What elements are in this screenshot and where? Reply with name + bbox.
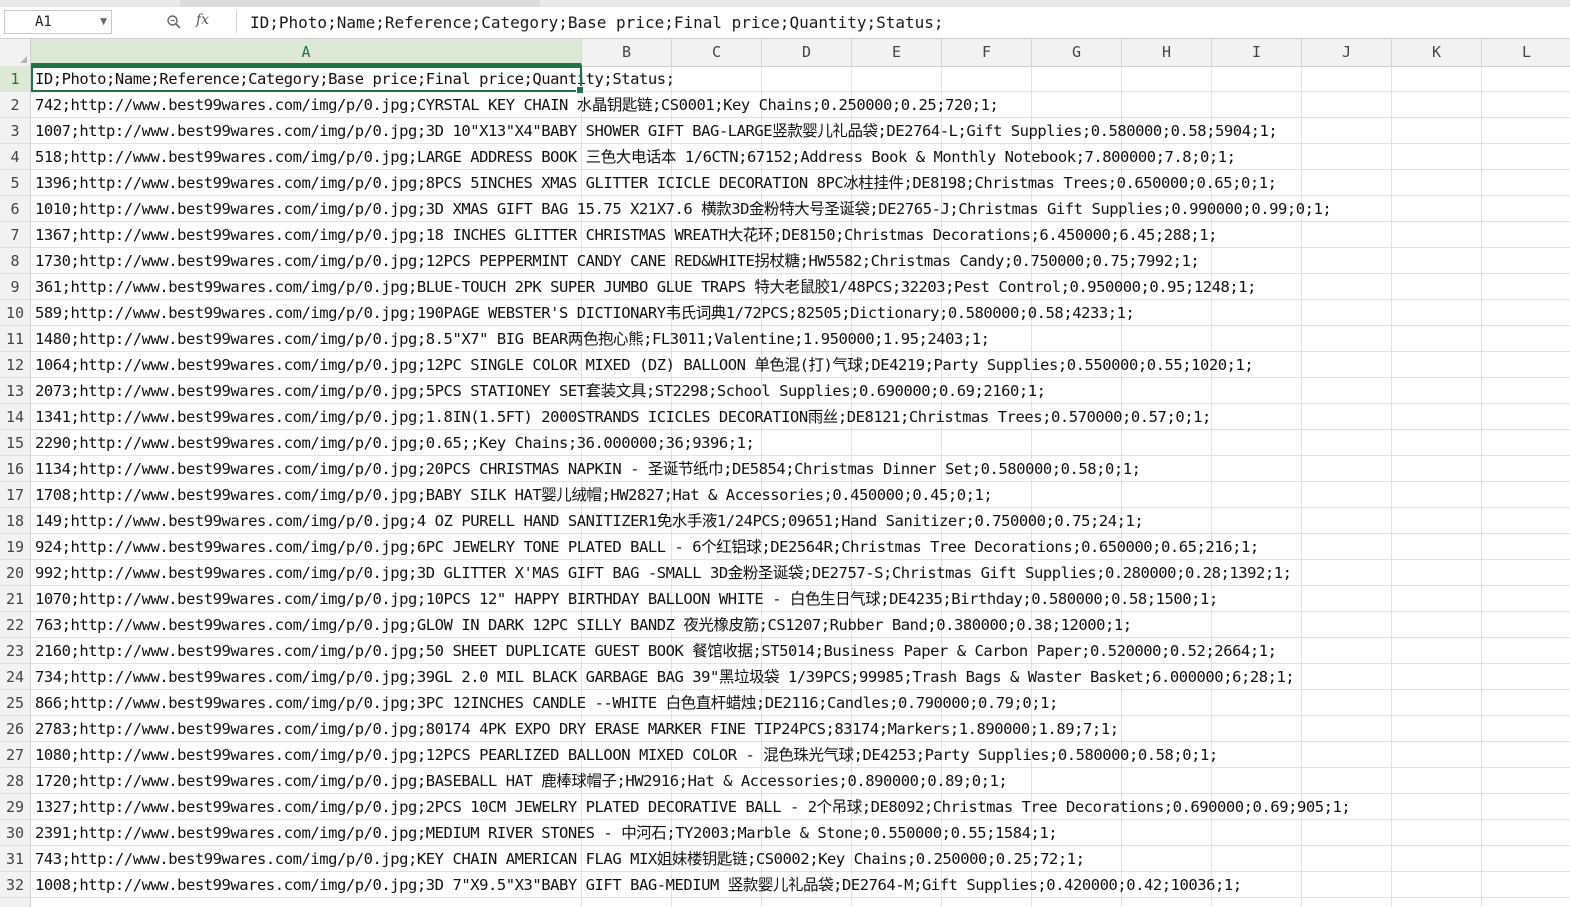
cell-a18[interactable]: 149;http://www.best99wares.com/img/p/0.j… — [35, 508, 1144, 534]
gridline-vertical — [1391, 66, 1392, 907]
gridline-vertical — [1481, 66, 1482, 907]
column-header-b[interactable]: B — [582, 39, 672, 66]
zoom-icon[interactable] — [166, 14, 182, 34]
cell-a13[interactable]: 2073;http://www.best99wares.com/img/p/0.… — [35, 378, 1046, 404]
row-header-31[interactable]: 31 — [0, 846, 30, 872]
cell-a17[interactable]: 1708;http://www.best99wares.com/img/p/0.… — [35, 482, 993, 508]
cell-a23[interactable]: 2160;http://www.best99wares.com/img/p/0.… — [35, 638, 1277, 664]
row-header-13[interactable]: 13 — [0, 378, 30, 404]
formula-divider — [236, 11, 237, 33]
row-header-8[interactable]: 8 — [0, 248, 30, 274]
row-header-14[interactable]: 14 — [0, 404, 30, 430]
row-header-24[interactable]: 24 — [0, 664, 30, 690]
row-header-22[interactable]: 22 — [0, 612, 30, 638]
chevron-down-icon[interactable]: ▼ — [100, 17, 107, 27]
cell-a19[interactable]: 924;http://www.best99wares.com/img/p/0.j… — [35, 534, 1259, 560]
column-header-l[interactable]: L — [1482, 39, 1570, 66]
row-header-7[interactable]: 7 — [0, 222, 30, 248]
select-all-icon — [20, 56, 27, 63]
row-header-26[interactable]: 26 — [0, 716, 30, 742]
column-header-g[interactable]: G — [1032, 39, 1122, 66]
cell-a30[interactable]: 2391;http://www.best99wares.com/img/p/0.… — [35, 820, 1058, 846]
column-header-f[interactable]: F — [942, 39, 1032, 66]
row-header-column: 1 2 3 4 5 6 7 8 9 10 11 12 13 14 15 16 17 18 19 20 21 22 23 24 2… — [0, 66, 31, 907]
cell-a10[interactable]: 589;http://www.best99wares.com/img/p/0.j… — [35, 300, 1135, 326]
column-header-a[interactable]: A — [31, 39, 582, 66]
formula-bar: A1 ▼ fx ID;Photo;Name;Reference;Category… — [0, 7, 1570, 39]
column-header-d[interactable]: D — [762, 39, 852, 66]
function-icon[interactable]: fx — [196, 12, 209, 28]
row-header-12[interactable]: 12 — [0, 352, 30, 378]
row-header-1[interactable]: 1 — [0, 66, 30, 92]
row-header-29[interactable]: 29 — [0, 794, 30, 820]
row-header-4[interactable]: 4 — [0, 144, 30, 170]
row-header-16[interactable]: 16 — [0, 456, 30, 482]
cell-a14[interactable]: 1341;http://www.best99wares.com/img/p/0.… — [35, 404, 1211, 430]
column-header-j[interactable]: J — [1302, 39, 1392, 66]
select-all-button[interactable] — [0, 39, 31, 66]
row-header-25[interactable]: 25 — [0, 690, 30, 716]
column-header-row: ABCDEFGHIJKL — [0, 39, 1570, 67]
row-header-2[interactable]: 2 — [0, 92, 30, 118]
cell-a27[interactable]: 1080;http://www.best99wares.com/img/p/0.… — [35, 742, 1218, 768]
cell-a25[interactable]: 866;http://www.best99wares.com/img/p/0.j… — [35, 690, 1058, 716]
formula-input[interactable]: ID;Photo;Name;Reference;Category;Base pr… — [250, 13, 944, 32]
name-box[interactable]: A1 ▼ — [4, 10, 112, 34]
row-header-28[interactable]: 28 — [0, 768, 30, 794]
cell-a5[interactable]: 1396;http://www.best99wares.com/img/p/0.… — [35, 170, 1277, 196]
cell-a28[interactable]: 1720;http://www.best99wares.com/img/p/0.… — [35, 768, 1008, 794]
cell-a6[interactable]: 1010;http://www.best99wares.com/img/p/0.… — [35, 196, 1332, 222]
cell-a15[interactable]: 2290;http://www.best99wares.com/img/p/0.… — [35, 430, 755, 456]
row-header-18[interactable]: 18 — [0, 508, 30, 534]
cell-a8[interactable]: 1730;http://www.best99wares.com/img/p/0.… — [35, 248, 1200, 274]
gridline-vertical — [1301, 66, 1302, 907]
cell-a22[interactable]: 763;http://www.best99wares.com/img/p/0.j… — [35, 612, 1132, 638]
cell-grid[interactable]: ID;Photo;Name;Reference;Category;Base pr… — [31, 66, 1570, 907]
cell-a9[interactable]: 361;http://www.best99wares.com/img/p/0.j… — [35, 274, 1256, 300]
row-header-6[interactable]: 6 — [0, 196, 30, 222]
column-header-c[interactable]: C — [672, 39, 762, 66]
document-tab[interactable] — [180, 0, 540, 7]
cell-a20[interactable]: 992;http://www.best99wares.com/img/p/0.j… — [35, 560, 1292, 586]
row-header-19[interactable]: 19 — [0, 534, 30, 560]
row-header-17[interactable]: 17 — [0, 482, 30, 508]
row-header-11[interactable]: 11 — [0, 326, 30, 352]
row-header-3[interactable]: 3 — [0, 118, 30, 144]
cell-a4[interactable]: 518;http://www.best99wares.com/img/p/0.j… — [35, 144, 1236, 170]
column-header-k[interactable]: K — [1392, 39, 1482, 66]
cell-a29[interactable]: 1327;http://www.best99wares.com/img/p/0.… — [35, 794, 1351, 820]
cell-a32[interactable]: 1008;http://www.best99wares.com/img/p/0.… — [35, 872, 1242, 898]
cell-a2[interactable]: 742;http://www.best99wares.com/img/p/0.j… — [35, 92, 999, 118]
cell-a16[interactable]: 1134;http://www.best99wares.com/img/p/0.… — [35, 456, 1141, 482]
cell-a24[interactable]: 734;http://www.best99wares.com/img/p/0.j… — [35, 664, 1295, 690]
row-header-30[interactable]: 30 — [0, 820, 30, 846]
cell-a26[interactable]: 2783;http://www.best99wares.com/img/p/0.… — [35, 716, 1119, 742]
cell-a1[interactable]: ID;Photo;Name;Reference;Category;Base pr… — [35, 66, 675, 92]
row-header-32[interactable]: 32 — [0, 872, 30, 898]
name-box-value: A1 — [35, 14, 52, 30]
row-header-5[interactable]: 5 — [0, 170, 30, 196]
row-header-20[interactable]: 20 — [0, 560, 30, 586]
cell-a31[interactable]: 743;http://www.best99wares.com/img/p/0.j… — [35, 846, 1085, 872]
row-header-10[interactable]: 10 — [0, 300, 30, 326]
column-header-e[interactable]: E — [852, 39, 942, 66]
cell-a12[interactable]: 1064;http://www.best99wares.com/img/p/0.… — [35, 352, 1254, 378]
cell-a21[interactable]: 1070;http://www.best99wares.com/img/p/0.… — [35, 586, 1218, 612]
cell-a11[interactable]: 1480;http://www.best99wares.com/img/p/0.… — [35, 326, 990, 352]
row-header-21[interactable]: 21 — [0, 586, 30, 612]
row-header-27[interactable]: 27 — [0, 742, 30, 768]
row-header-15[interactable]: 15 — [0, 430, 30, 456]
row-header-23[interactable]: 23 — [0, 638, 30, 664]
cell-a3[interactable]: 1007;http://www.best99wares.com/img/p/0.… — [35, 118, 1278, 144]
row-header-9[interactable]: 9 — [0, 274, 30, 300]
column-header-i[interactable]: I — [1212, 39, 1302, 66]
spreadsheet-window: A1 ▼ fx ID;Photo;Name;Reference;Category… — [0, 0, 1570, 907]
cell-a7[interactable]: 1367;http://www.best99wares.com/img/p/0.… — [35, 222, 1217, 248]
formula-tools: fx — [160, 10, 230, 34]
column-header-h[interactable]: H — [1122, 39, 1212, 66]
